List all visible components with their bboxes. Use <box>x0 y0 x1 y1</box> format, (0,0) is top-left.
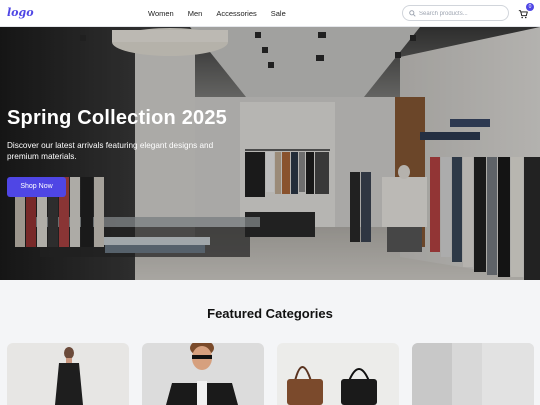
cart-icon[interactable] <box>518 9 528 19</box>
category-image-sale <box>412 343 534 405</box>
site-header: logo Women Men Accessories Sale 0 <box>0 0 540 27</box>
category-card-men[interactable] <box>142 343 264 405</box>
main-nav: Women Men Accessories Sale <box>148 9 300 18</box>
hero-banner: Spring Collection 2025 Discover our late… <box>0 27 540 280</box>
search-icon <box>409 10 416 17</box>
nav-accessories[interactable]: Accessories <box>216 9 256 18</box>
hero-subtitle: Discover our latest arrivals featuring e… <box>7 141 214 161</box>
category-image-accessories <box>277 343 399 405</box>
shop-now-button[interactable]: Shop Now <box>7 177 66 197</box>
featured-categories-title: Featured Categories <box>207 306 333 321</box>
search-input[interactable] <box>419 8 505 19</box>
category-card-accessories[interactable] <box>277 343 399 405</box>
category-image-men <box>142 343 264 405</box>
logo[interactable]: logo <box>7 6 34 19</box>
cart-count-badge: 0 <box>526 3 534 11</box>
nav-women[interactable]: Women <box>148 9 174 18</box>
nav-men[interactable]: Men <box>188 9 203 18</box>
hero-title: Spring Collection 2025 <box>7 107 228 129</box>
nav-sale[interactable]: Sale <box>271 9 286 18</box>
category-card-sale[interactable] <box>412 343 534 405</box>
search-box[interactable] <box>402 5 509 21</box>
category-card-women[interactable] <box>7 343 129 405</box>
category-image-women <box>7 343 129 405</box>
